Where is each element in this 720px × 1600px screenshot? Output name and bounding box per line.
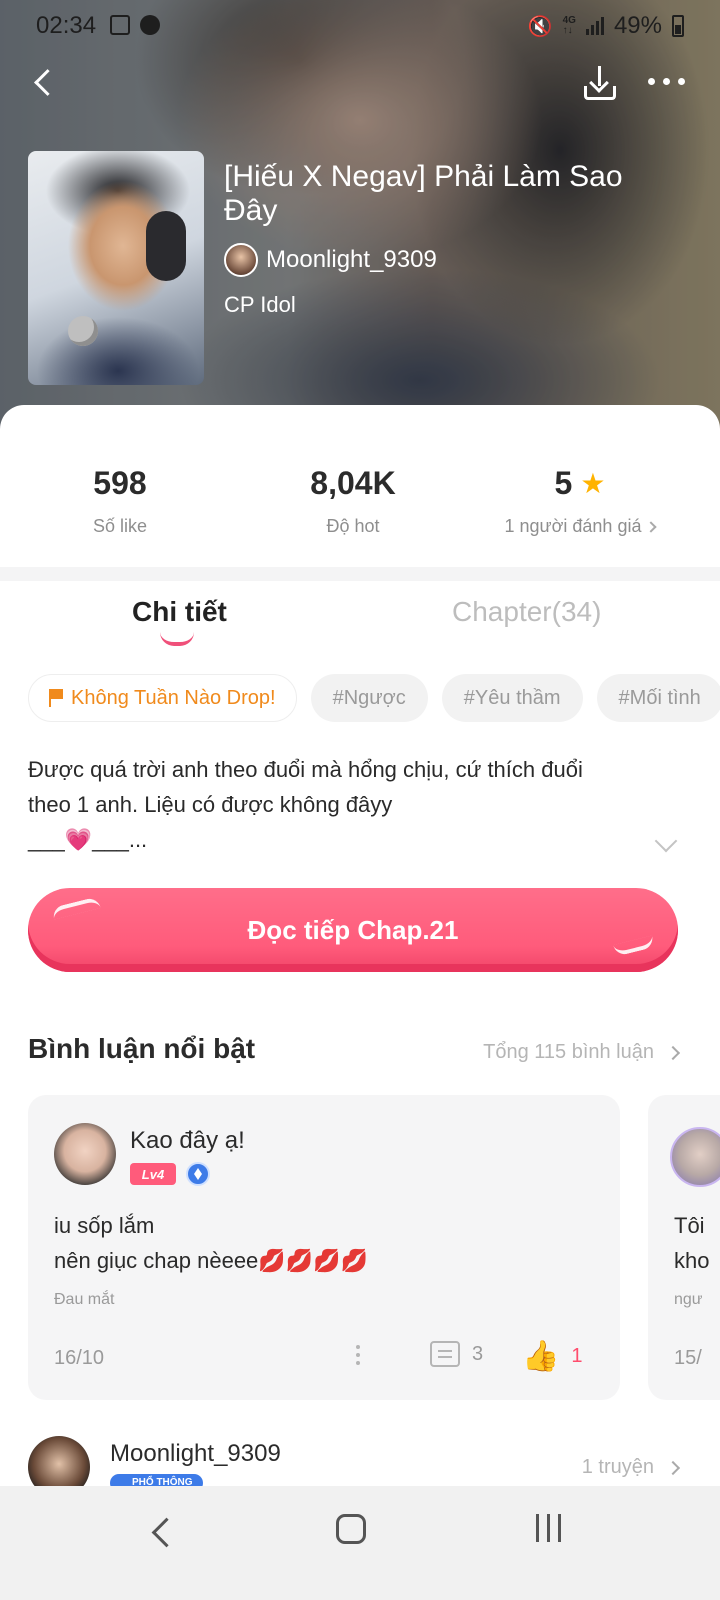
- comment-chapter: ngư: [674, 1291, 703, 1308]
- status-system-icons: 🔇 4G ↑↓ 49%: [528, 12, 684, 40]
- description-line: Được quá trời anh theo đuổi mà hổng chịu…: [28, 757, 583, 782]
- tag-list: Không Tuần Nào Drop! #Ngược #Yêu thầm #M…: [28, 674, 720, 722]
- likes-label: Số like: [92, 516, 148, 536]
- stats-row: 598 Số like 8,04K Độ hot 5 ★ 1 người đánh…: [0, 465, 720, 545]
- comment-text: Tôi kho: [674, 1208, 709, 1278]
- mute-icon: 🔇: [527, 15, 553, 38]
- system-navigation-bar: [0, 1486, 720, 1600]
- comment-bubble-icon: [430, 1341, 460, 1367]
- continue-reading-label: Đọc tiếp Chap.21: [247, 914, 459, 945]
- like-count: 1: [571, 1345, 583, 1367]
- author-story-count[interactable]: 1 truyện: [581, 1456, 681, 1479]
- verified-badge-icon: [186, 1162, 210, 1186]
- microphone-shape: [68, 316, 98, 346]
- description-line: theo 1 anh. Liệu có được không đâyy: [28, 792, 393, 817]
- author-link[interactable]: Moonlight_9309: [224, 243, 437, 277]
- tab-active-indicator: [160, 632, 194, 646]
- battery-icon: [672, 15, 684, 37]
- battery-percent: 49%: [613, 12, 662, 39]
- rating-value: 5: [554, 465, 573, 501]
- account-icon: [140, 15, 160, 35]
- comments-header: Bình luận nổi bật Tổng 115 bình luận: [28, 1033, 681, 1073]
- tab-bar: Chi tiết Chapter(34): [0, 596, 720, 656]
- content-sheet: [0, 405, 720, 1600]
- author-avatar: [224, 243, 258, 277]
- stat-rating[interactable]: 5 ★ 1 người đánh giá: [460, 465, 700, 537]
- tab-chapter[interactable]: Chapter(34): [452, 596, 601, 628]
- continue-reading-button[interactable]: Đọc tiếp Chap.21: [28, 888, 678, 972]
- network-4g-icon: 4G ↑↓: [562, 15, 576, 36]
- author-profile-row[interactable]: Moonlight_9309 PHỔ THÔNG 1 truyện: [0, 1432, 720, 1498]
- comment-line: kho: [674, 1248, 710, 1273]
- commenter-avatar[interactable]: [670, 1127, 720, 1187]
- comment-emoji: 💋💋💋💋: [258, 1248, 368, 1273]
- story-genre[interactable]: CP Idol: [224, 292, 296, 318]
- comment-card[interactable]: Kao đây ạ! Lv4 iu sốp lắm nên giục chap …: [28, 1095, 620, 1400]
- story-title: [Hiếu X Negav] Phải Làm Sao Đây: [224, 160, 623, 227]
- back-button[interactable]: [26, 64, 62, 100]
- status-time: 02:34: [36, 12, 97, 39]
- chevron-right-icon: [665, 1045, 681, 1060]
- heart-emoji: 💗: [64, 827, 93, 852]
- level-badge: Lv4: [130, 1163, 176, 1185]
- description-text: ___: [28, 827, 65, 852]
- tag-item[interactable]: #Ngược: [310, 674, 428, 722]
- author-name: Moonlight_9309: [110, 1440, 281, 1467]
- commenter-name[interactable]: Kao đây ạ!: [130, 1127, 245, 1155]
- download-button[interactable]: [580, 64, 620, 102]
- tag-item[interactable]: #Yêu thầm: [441, 674, 583, 722]
- hot-label: Độ hot: [326, 516, 380, 536]
- comment-reply-button[interactable]: 3: [430, 1341, 483, 1367]
- comment-date: 15/: [674, 1347, 702, 1369]
- comments-total-link[interactable]: Tổng 115 bình luận: [483, 1041, 681, 1064]
- comment-line: Tôi: [674, 1213, 705, 1238]
- nav-recent-apps-button[interactable]: [536, 1514, 561, 1542]
- comment-chapter: Đau mắt: [54, 1291, 115, 1308]
- comment-card[interactable]: Tôi kho ngư 15/: [648, 1095, 720, 1400]
- thumbs-up-icon: 👍: [522, 1340, 560, 1373]
- more-options-button[interactable]: [648, 78, 685, 85]
- comment-line-text: nên giục chap nèeee: [54, 1248, 259, 1273]
- comments-total: Tổng 115 bình luận: [483, 1041, 654, 1063]
- top-navigation: [0, 60, 720, 104]
- signal-icon: [585, 17, 604, 35]
- commenter-avatar[interactable]: [54, 1123, 116, 1185]
- tag-label: Không Tuần Nào Drop!: [71, 686, 276, 709]
- comments-title: Bình luận nổi bật: [28, 1033, 256, 1064]
- tab-detail[interactable]: Chi tiết: [132, 596, 227, 628]
- chevron-right-icon: [665, 1460, 681, 1475]
- status-bar: 02:34 🔇 4G ↑↓ 49%: [0, 0, 720, 52]
- comment-more-button[interactable]: [356, 1345, 360, 1365]
- author-name: Moonlight_9309: [266, 246, 437, 273]
- status-notification-icons: [110, 15, 160, 35]
- tag-item[interactable]: #Mối tình: [596, 674, 720, 722]
- comment-text: iu sốp lắm nên giục chap nèeee💋💋💋💋: [54, 1208, 368, 1278]
- stat-likes: 598 Số like: [0, 465, 240, 537]
- headphone-shape: [146, 211, 186, 281]
- comment-like-button[interactable]: 👍 1: [522, 1339, 582, 1374]
- nav-home-button[interactable]: [336, 1514, 366, 1544]
- star-icon: ★: [580, 468, 606, 499]
- chevron-right-icon: [645, 521, 658, 533]
- reply-count: 3: [472, 1342, 484, 1365]
- button-shine: [613, 935, 655, 957]
- story-description: Được quá trời anh theo đuổi mà hổng chịu…: [28, 752, 668, 857]
- story-count-label: 1 truyện: [581, 1456, 654, 1478]
- gallery-icon: [110, 15, 130, 35]
- stat-hot: 8,04K Độ hot: [233, 465, 473, 537]
- tag-status[interactable]: Không Tuần Nào Drop!: [28, 674, 297, 722]
- description-text: ___...: [92, 827, 148, 852]
- section-divider: [0, 567, 720, 581]
- comment-line: iu sốp lắm: [54, 1213, 155, 1238]
- comment-line: nên giục chap nèeee💋💋💋💋: [54, 1243, 368, 1278]
- story-cover-image: [28, 151, 204, 385]
- hot-value: 8,04K: [310, 465, 396, 501]
- description-line: ___💗___...: [28, 822, 668, 857]
- comment-date: 16/10: [54, 1347, 105, 1369]
- likes-value: 598: [93, 465, 147, 501]
- nav-back-button[interactable]: [148, 1518, 172, 1542]
- flag-icon: [49, 689, 63, 707]
- rating-label: 1 người đánh giá: [504, 516, 642, 536]
- button-shine: [51, 896, 101, 920]
